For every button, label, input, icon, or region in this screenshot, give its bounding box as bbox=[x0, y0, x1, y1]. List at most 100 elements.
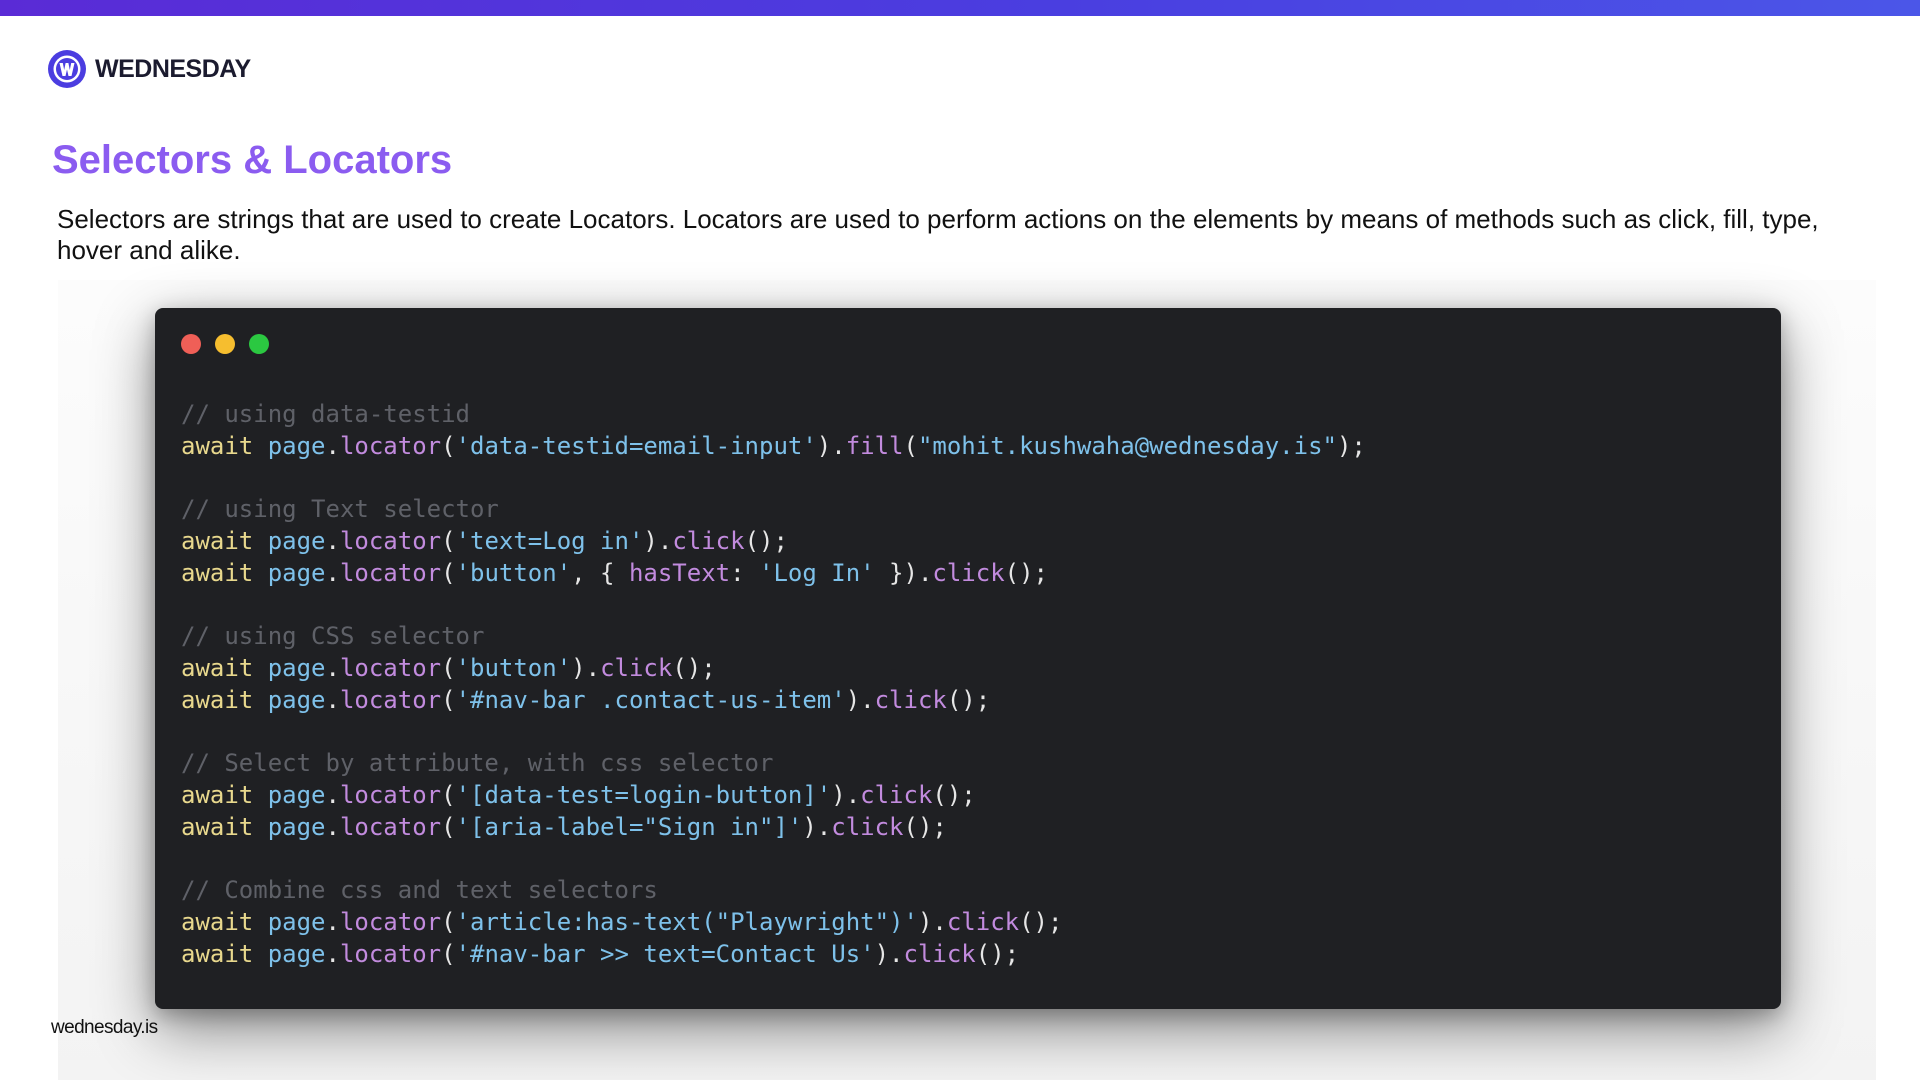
code-token-method: locator bbox=[339, 654, 442, 682]
code-token-punc: ); bbox=[1336, 432, 1366, 460]
code-token-kw: await bbox=[181, 654, 254, 682]
code-token-punc: (); bbox=[744, 527, 788, 555]
code-token-kw: await bbox=[181, 908, 254, 936]
code-token-punc: ). bbox=[831, 781, 861, 809]
brand-logo: WEDNESDAY bbox=[47, 49, 251, 89]
code-token-obj: page bbox=[267, 527, 326, 555]
code-token-punc: ( bbox=[441, 940, 456, 968]
code-token-punc: ). bbox=[571, 654, 601, 682]
code-token-punc bbox=[253, 654, 267, 682]
code-token-method: locator bbox=[339, 813, 442, 841]
code-token-kw: await bbox=[181, 940, 254, 968]
code-token-obj: page bbox=[267, 940, 326, 968]
code-token-punc: . bbox=[325, 527, 340, 555]
code-token-punc: ( bbox=[903, 432, 918, 460]
slide-description: Selectors are strings that are used to c… bbox=[57, 204, 1819, 265]
code-token-punc: (); bbox=[672, 654, 716, 682]
code-token-punc: . bbox=[325, 559, 340, 587]
code-token-kw: await bbox=[181, 781, 254, 809]
code-line: await page.locator('article:has-text("Pl… bbox=[181, 906, 1366, 938]
code-token-punc bbox=[253, 908, 267, 936]
code-token-kw: await bbox=[181, 432, 254, 460]
code-token-kw: await bbox=[181, 813, 254, 841]
code-line: await page.locator('[data-test=login-but… bbox=[181, 779, 1366, 811]
code-token-obj: page bbox=[267, 686, 326, 714]
code-token-obj: page bbox=[267, 781, 326, 809]
code-token-punc: ). bbox=[816, 432, 846, 460]
top-accent-bar bbox=[0, 0, 1920, 16]
code-token-kw: await bbox=[181, 686, 254, 714]
code-token-punc: ). bbox=[845, 686, 875, 714]
code-token-method: locator bbox=[339, 432, 442, 460]
code-comment: // Select by attribute, with css selecto… bbox=[181, 749, 774, 777]
window-controls bbox=[181, 334, 269, 354]
code-token-method: click bbox=[874, 686, 947, 714]
code-token-method: fill bbox=[845, 432, 904, 460]
code-comment: // using Text selector bbox=[181, 495, 499, 523]
code-token-punc: ( bbox=[441, 527, 456, 555]
code-token-punc: , { bbox=[571, 559, 629, 587]
code-token-punc: (); bbox=[975, 940, 1020, 968]
code-line: await page.locator('button').click(); bbox=[181, 652, 1366, 684]
code-token-punc: (); bbox=[946, 686, 991, 714]
code-token-punc bbox=[253, 559, 267, 587]
wednesday-logo-icon bbox=[48, 50, 86, 88]
code-token-str: '#nav-bar >> text=Contact Us' bbox=[455, 940, 875, 968]
code-token-punc: ( bbox=[441, 559, 456, 587]
code-token-str: 'Log In' bbox=[759, 559, 875, 587]
code-token-str: 'data-testid=email-input' bbox=[455, 432, 817, 460]
code-token-punc: (); bbox=[1004, 559, 1049, 587]
code-token-str: '#nav-bar .contact-us-item' bbox=[455, 686, 846, 714]
code-line: await page.locator('#nav-bar >> text=Con… bbox=[181, 938, 1366, 970]
code-token-punc: (); bbox=[903, 813, 947, 841]
footer-url: wednesday.is bbox=[51, 1017, 158, 1038]
code-token-method: click bbox=[672, 527, 745, 555]
code-token-punc: ( bbox=[441, 686, 456, 714]
code-token-punc: ( bbox=[441, 908, 456, 936]
close-dot-icon bbox=[181, 334, 201, 354]
code-token-punc: : bbox=[730, 559, 760, 587]
code-token-prop: hasText bbox=[628, 559, 731, 587]
code-token-method: locator bbox=[339, 559, 442, 587]
minimize-dot-icon bbox=[215, 334, 235, 354]
code-token-punc bbox=[253, 813, 267, 841]
code-token-method: locator bbox=[339, 908, 442, 936]
code-token-punc: . bbox=[325, 686, 340, 714]
code-token-punc: . bbox=[325, 940, 340, 968]
code-token-str: 'button' bbox=[455, 654, 572, 682]
code-token-method: locator bbox=[339, 686, 442, 714]
code-token-method: click bbox=[932, 559, 1005, 587]
maximize-dot-icon bbox=[249, 334, 269, 354]
code-token-punc: . bbox=[325, 432, 340, 460]
code-token-punc: ( bbox=[441, 781, 456, 809]
code-snippet: // using data-testid await page.locator('… bbox=[181, 398, 1366, 970]
code-comment: // Combine css and text selectors bbox=[181, 876, 658, 904]
code-token-punc: ( bbox=[441, 813, 456, 841]
code-token-punc: (); bbox=[932, 781, 976, 809]
code-token-method: click bbox=[903, 940, 976, 968]
code-token-method: click bbox=[831, 813, 904, 841]
code-token-punc: (); bbox=[1019, 908, 1063, 936]
code-token-punc: ( bbox=[441, 432, 456, 460]
code-token-method: locator bbox=[339, 527, 442, 555]
code-token-punc bbox=[253, 686, 267, 714]
code-token-str: "mohit.kushwaha@wednesday.is" bbox=[917, 432, 1337, 460]
code-token-punc: ). bbox=[643, 527, 673, 555]
code-token-punc bbox=[253, 940, 267, 968]
code-token-punc: . bbox=[325, 654, 340, 682]
code-token-str: 'text=Log in' bbox=[455, 527, 644, 555]
slide: WEDNESDAY Selectors & Locators Selectors… bbox=[0, 0, 1920, 1080]
code-token-method: locator bbox=[339, 940, 442, 968]
code-token-punc: ). bbox=[802, 813, 832, 841]
code-line: await page.locator('#nav-bar .contact-us… bbox=[181, 684, 1366, 716]
code-token-str: '[aria-label="Sign in"]' bbox=[455, 813, 803, 841]
code-token-punc: ). bbox=[874, 940, 904, 968]
code-token-str: '[data-test=login-button]' bbox=[455, 781, 832, 809]
code-token-punc: . bbox=[325, 813, 340, 841]
code-token-punc: ( bbox=[441, 654, 456, 682]
code-line: await page.locator('button', { hasText: … bbox=[181, 557, 1366, 589]
